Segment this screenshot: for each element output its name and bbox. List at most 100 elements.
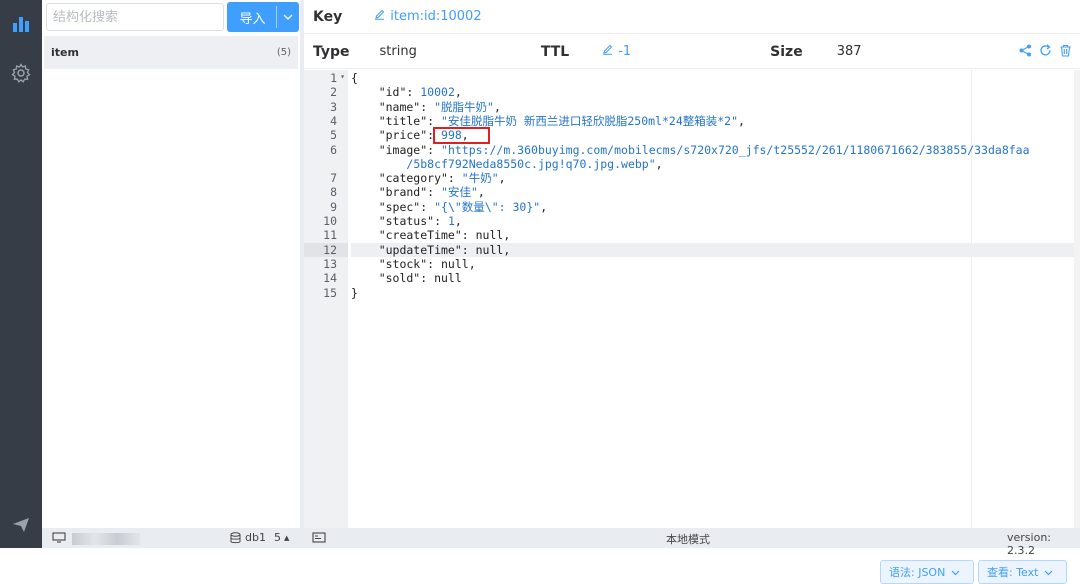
edit-icon bbox=[602, 44, 613, 59]
refresh-icon[interactable] bbox=[1039, 44, 1052, 61]
search-input[interactable] bbox=[46, 3, 224, 31]
view-select-label: 查看: Text bbox=[987, 566, 1039, 579]
line-number: 6 bbox=[330, 142, 337, 157]
delete-icon[interactable] bbox=[1059, 44, 1072, 61]
code-string-token: "牛奶" bbox=[461, 171, 499, 186]
code-token: "status": bbox=[351, 214, 448, 228]
fold-toggle-icon[interactable]: ▾ bbox=[340, 72, 345, 81]
code-string-token: "安佳脱脂牛奶 新西兰进口轻欣脱脂250ml*24整箱装*2" bbox=[441, 113, 739, 128]
code-line: "brand": "安佳", bbox=[351, 185, 485, 199]
db-label: db1 bbox=[245, 531, 266, 544]
code-string-token: "https://m.360buyimg.com/mobilecms/s720x… bbox=[441, 142, 1030, 157]
bar-chart-icon[interactable] bbox=[10, 13, 32, 35]
line-number: 13 bbox=[323, 256, 337, 271]
code-token: "updateTime": null, bbox=[351, 242, 511, 257]
code-token: , bbox=[655, 156, 663, 171]
code-token: , bbox=[454, 85, 462, 100]
print-margin bbox=[971, 70, 972, 528]
code-line: "id": 10002, bbox=[351, 85, 462, 99]
monitor-icon[interactable] bbox=[52, 532, 66, 546]
type-bar: Type string TTL -1 Size 387 bbox=[304, 35, 1080, 69]
syntax-select[interactable]: 语法: JSON bbox=[880, 560, 974, 584]
edit-icon bbox=[374, 9, 385, 24]
type-label: Type bbox=[313, 43, 350, 60]
code-token: "brand": bbox=[351, 185, 442, 200]
code-token: { bbox=[351, 71, 358, 85]
code-token: "image": bbox=[351, 142, 442, 157]
line-number-gutter: 1 ▾ 2 3 4 5 6 7 8 9 10 11 12 13 14 15 bbox=[304, 70, 348, 528]
size-value: 387 bbox=[836, 44, 862, 59]
ttl-editable[interactable]: -1 bbox=[602, 44, 631, 59]
line-number: 9 bbox=[330, 199, 337, 214]
database-selector[interactable]: db1 5 ▲ bbox=[230, 531, 289, 544]
code-token: "createTime": null, bbox=[351, 228, 511, 243]
send-icon[interactable] bbox=[10, 514, 32, 536]
code-string-token: "脱脂牛奶" bbox=[434, 99, 494, 114]
value-panel: Key item:id:10002 Type string TTL -1 Siz… bbox=[304, 0, 1080, 584]
code-token: "spec": bbox=[351, 199, 435, 214]
code-string-token: "{\"数量\": 30}" bbox=[434, 199, 541, 214]
line-number bbox=[307, 157, 337, 171]
key-label: Key bbox=[313, 8, 343, 25]
key-bar: Key item:id:10002 bbox=[304, 0, 1080, 34]
code-line: "createTime": null, bbox=[351, 228, 511, 243]
status-bar: db1 5 ▲ 本地模式 version: 2.3.2 bbox=[42, 528, 1080, 557]
code-line: "name": "脱脂牛奶", bbox=[351, 100, 501, 114]
code-token: "price": bbox=[351, 128, 442, 143]
tree-item-name: item bbox=[51, 46, 79, 59]
editor-scrollbar[interactable] bbox=[1074, 70, 1080, 528]
line-number: 7 bbox=[330, 171, 337, 186]
code-string-token: /5b8cf792Neda8550c.jpg!q70.jpg.webp" bbox=[406, 156, 656, 171]
line-number: 8 bbox=[330, 185, 337, 200]
code-editor[interactable]: 1 ▾ 2 3 4 5 6 7 8 9 10 11 12 13 14 15 { "id": 10002, "n… bbox=[304, 70, 1080, 584]
code-line: "title": "安佳脱脂牛奶 新西兰进口轻欣脱脂250ml*24整箱装*2"… bbox=[351, 114, 745, 128]
line-number: 14 bbox=[323, 271, 337, 286]
code-line: } bbox=[351, 286, 358, 300]
terminal-icon[interactable] bbox=[312, 532, 326, 546]
ttl-label: TTL bbox=[540, 43, 570, 60]
line-number: 2 bbox=[330, 85, 337, 100]
code-line: "updateTime": null, bbox=[351, 242, 511, 257]
code-token: } bbox=[351, 285, 358, 300]
key-list-panel: 导入 item (5) bbox=[42, 0, 300, 528]
line-number: 10 bbox=[323, 214, 337, 228]
db-count: 5 bbox=[273, 531, 281, 544]
tree-item-count: (5) bbox=[276, 47, 291, 58]
line-number: 5 bbox=[330, 128, 337, 143]
connection-name bbox=[72, 532, 140, 545]
code-token: , bbox=[498, 171, 506, 186]
line-number: 12 bbox=[323, 242, 337, 257]
code-line: "status": 1, bbox=[351, 214, 462, 228]
code-line: "sold": null bbox=[351, 271, 462, 285]
chevron-down-icon bbox=[1044, 566, 1053, 579]
code-token: , bbox=[454, 214, 462, 228]
tree-item-item[interactable]: item (5) bbox=[44, 36, 298, 69]
code-token: , bbox=[493, 99, 501, 114]
view-select[interactable]: 查看: Text bbox=[978, 560, 1067, 584]
chevron-down-icon bbox=[951, 566, 960, 579]
key-name-value: item:id:10002 bbox=[390, 9, 482, 24]
code-line: "spec": "{\"数量\": 30}", bbox=[351, 200, 547, 214]
import-button[interactable]: 导入 bbox=[227, 2, 299, 32]
code-string-token: "安佳" bbox=[441, 185, 478, 200]
syntax-select-label: 语法: JSON bbox=[889, 566, 946, 579]
chevron-down-icon[interactable] bbox=[277, 12, 299, 23]
code-token: "title": bbox=[351, 113, 442, 128]
code-token: , bbox=[738, 113, 745, 128]
line-number: 4 bbox=[330, 113, 337, 128]
code-line: /5b8cf792Neda8550c.jpg!q70.jpg.webp", bbox=[351, 156, 663, 171]
mode-text: 本地模式 bbox=[666, 533, 710, 546]
code-line: "image": "https://m.360buyimg.com/mobile… bbox=[351, 143, 1030, 157]
code-number-token: 10002 bbox=[420, 85, 455, 100]
code-token: "id": bbox=[351, 85, 421, 100]
key-name-editable[interactable]: item:id:10002 bbox=[374, 9, 482, 24]
settings-icon[interactable] bbox=[10, 62, 32, 84]
code-line: "stock": null, bbox=[351, 257, 476, 271]
line-number: 15 bbox=[323, 285, 337, 300]
code-line: { bbox=[351, 71, 358, 85]
share-icon[interactable] bbox=[1019, 44, 1032, 61]
code-token: , bbox=[477, 185, 485, 200]
line-number: 3 bbox=[330, 99, 337, 114]
line-number: 11 bbox=[323, 228, 337, 243]
